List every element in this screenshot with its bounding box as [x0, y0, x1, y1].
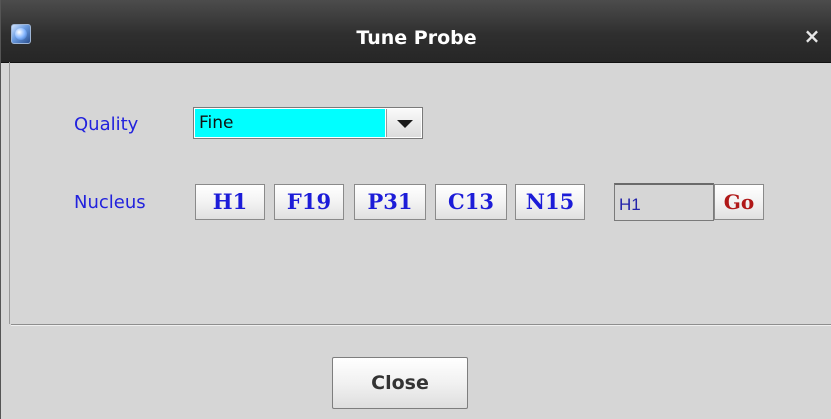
quality-label: Quality: [74, 114, 139, 135]
footer-divider: [11, 324, 831, 326]
nucleus-button-p31[interactable]: P31: [354, 184, 426, 220]
nucleus-label: Nucleus: [74, 192, 146, 213]
tune-probe-dialog: Tune Probe × Quality Fine Nucleus H1 F19…: [0, 0, 831, 419]
nucleus-button-f19[interactable]: F19: [274, 184, 344, 220]
nucleus-input[interactable]: [614, 183, 714, 221]
chevron-down-icon[interactable]: [386, 109, 421, 137]
window-title: Tune Probe: [356, 27, 477, 49]
close-window-icon[interactable]: ×: [802, 26, 822, 46]
title-bar[interactable]: Tune Probe ×: [1, 0, 831, 63]
nucleus-button-c13[interactable]: C13: [435, 184, 507, 220]
nucleus-button-n15[interactable]: N15: [515, 184, 585, 220]
go-button[interactable]: Go: [714, 184, 764, 220]
panel-left-border: [9, 62, 10, 324]
quality-selected-value[interactable]: Fine: [195, 109, 385, 137]
nucleus-button-h1[interactable]: H1: [195, 184, 265, 220]
close-button[interactable]: Close: [332, 357, 468, 409]
quality-select[interactable]: Fine: [193, 107, 423, 139]
